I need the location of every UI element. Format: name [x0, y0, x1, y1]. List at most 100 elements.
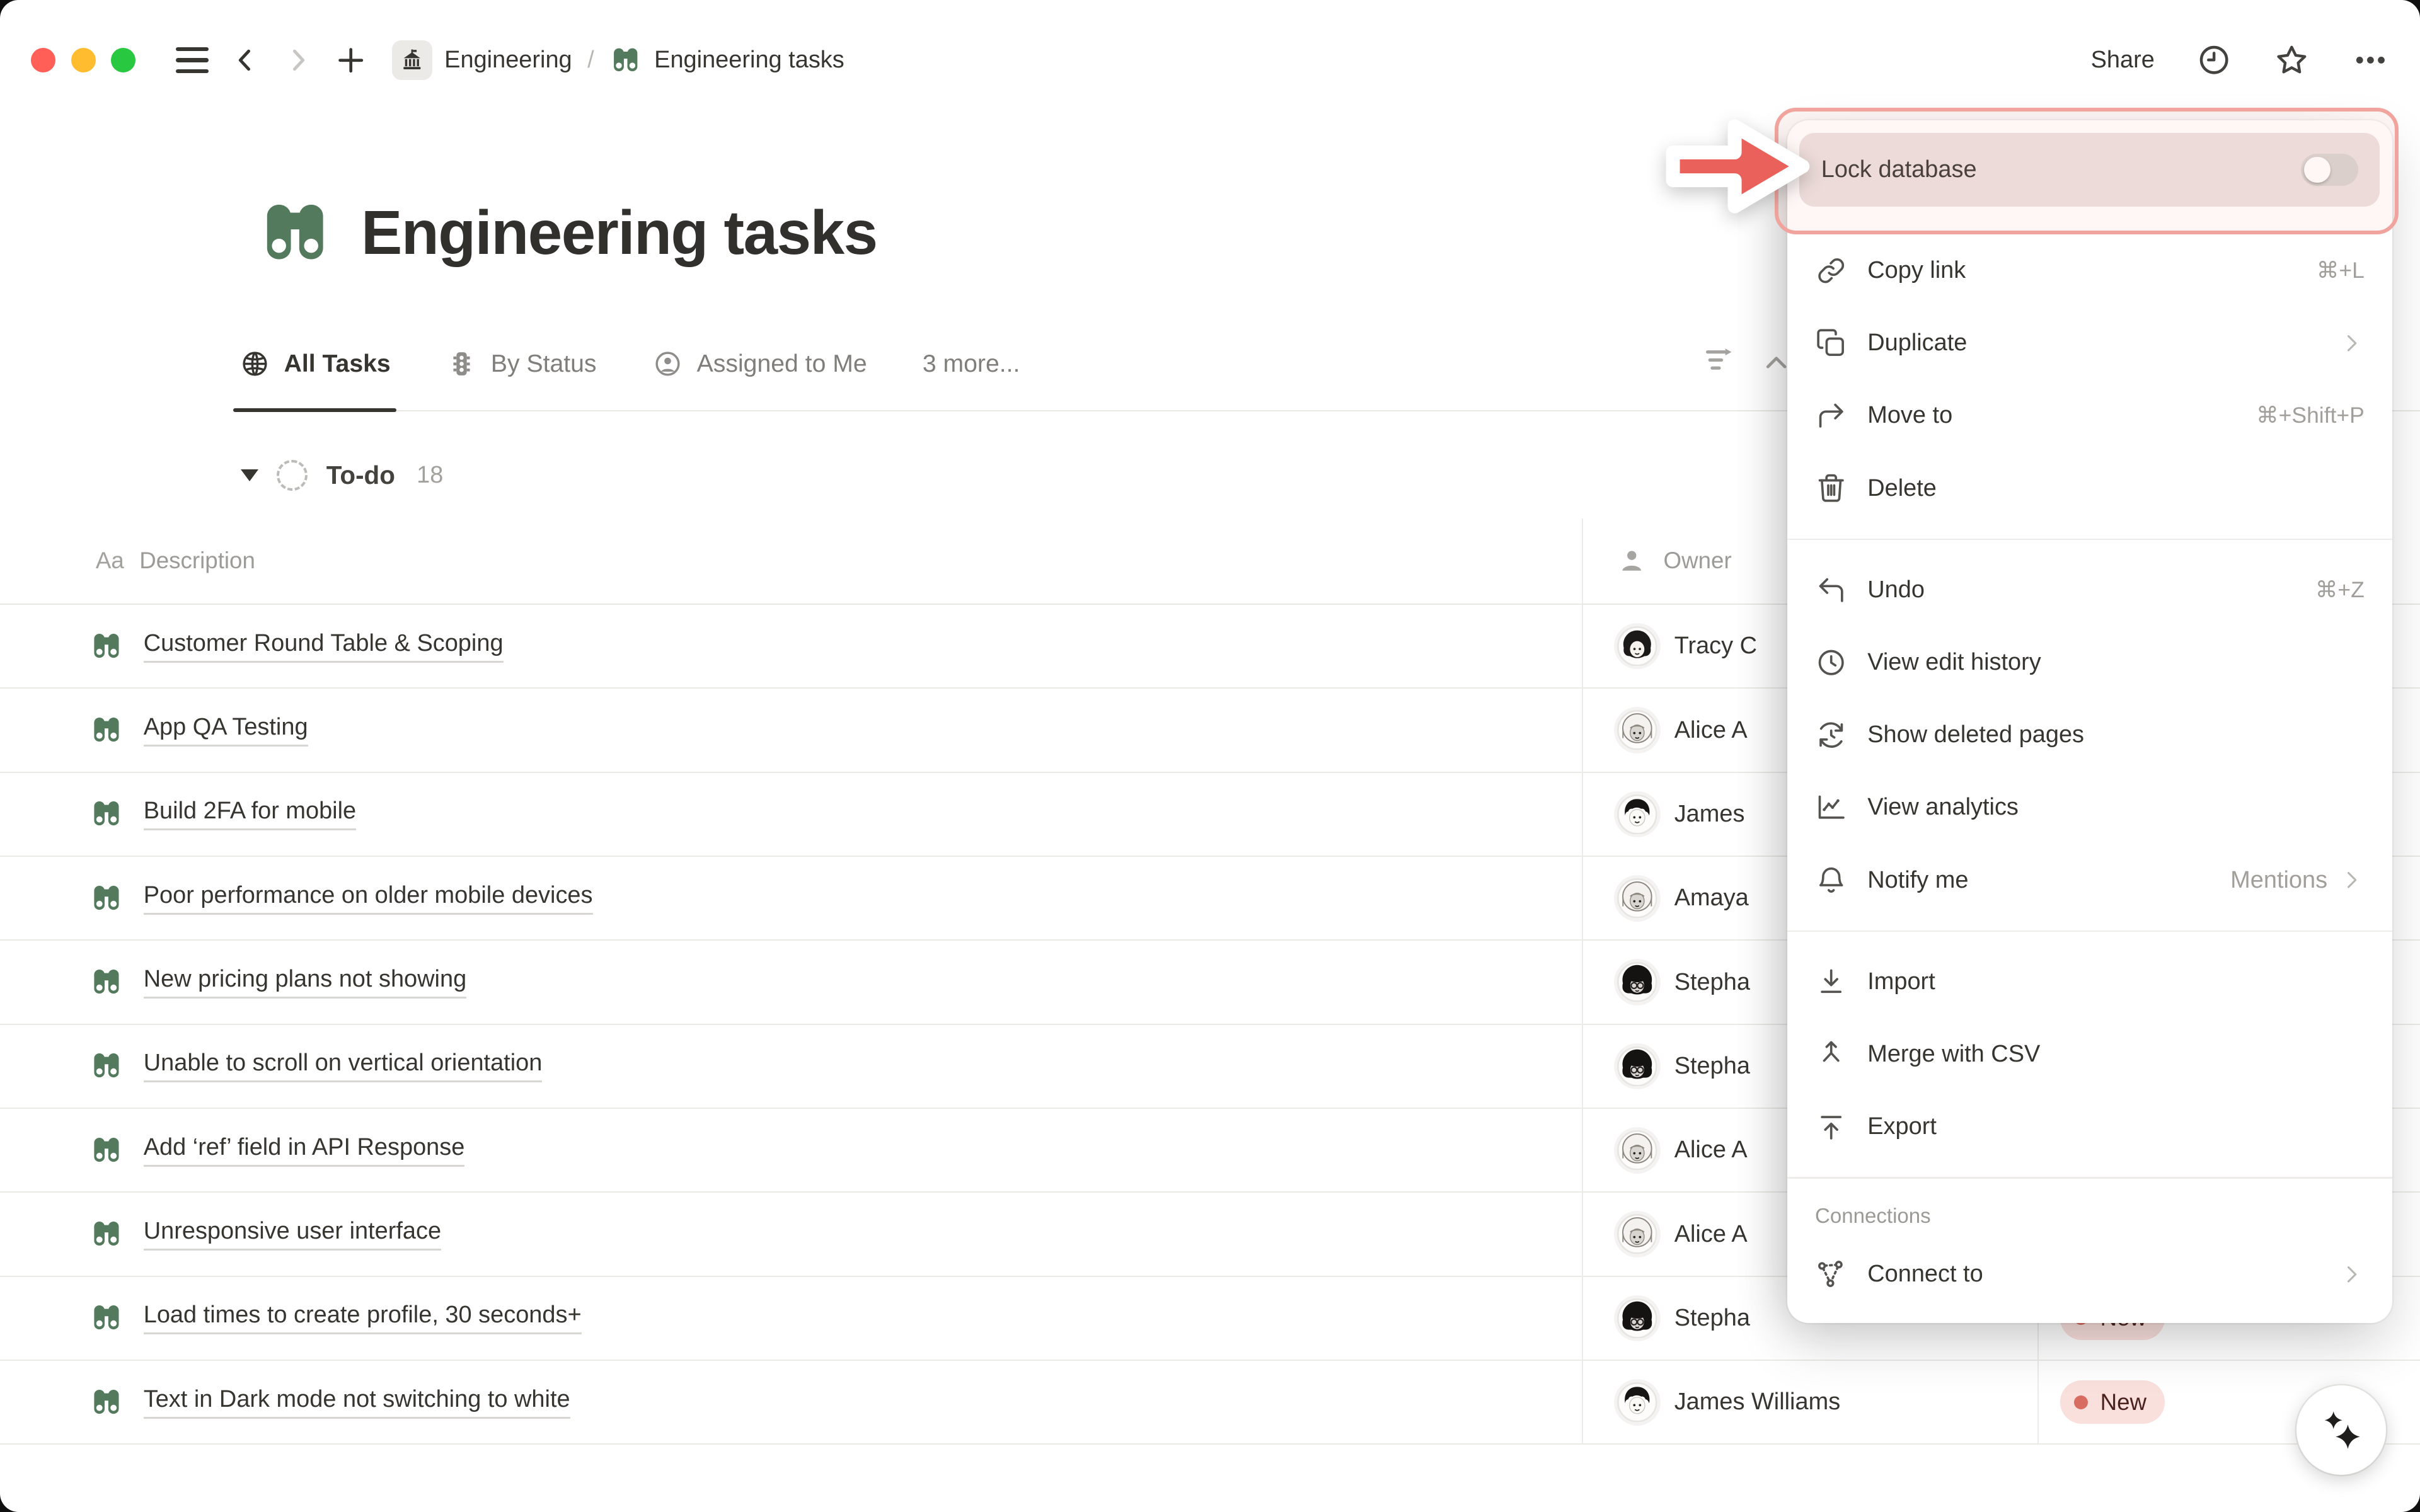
forward-button[interactable]: [282, 45, 313, 76]
avatar: [1617, 626, 1657, 667]
avatar: [1617, 1214, 1657, 1254]
screenshot-stage: Engineering / Engineering tasks Share: [0, 0, 2420, 1512]
menu-item-label: View analytics: [1867, 794, 2019, 821]
chevron-right-icon: [2338, 1261, 2365, 1288]
task-link[interactable]: Text in Dark mode not switching to white: [144, 1386, 570, 1419]
menu-item-connect-to[interactable]: Connect to: [1799, 1238, 2380, 1310]
task-link[interactable]: Add ‘ref’ field in API Response: [144, 1134, 465, 1167]
updates-clock-icon[interactable]: [2196, 42, 2232, 77]
menu-divider: [1787, 931, 2392, 932]
undo-icon: [1815, 574, 1847, 606]
description-cell: Unresponsive user interface: [0, 1217, 1582, 1251]
group-name[interactable]: To-do: [326, 461, 395, 490]
task-link[interactable]: New pricing plans not showing: [144, 966, 466, 999]
menu-item-copy-link[interactable]: Copy link ⌘+L: [1799, 234, 2380, 307]
menu-item-move-to[interactable]: Move to ⌘+Shift+P: [1799, 379, 2380, 452]
minimize-window-button[interactable]: [71, 48, 96, 72]
task-link[interactable]: Build 2FA for mobile: [144, 798, 356, 830]
share-button[interactable]: Share: [2091, 47, 2155, 74]
owner-name: Stepha: [1674, 1053, 1750, 1080]
owner-name: Alice A: [1674, 1137, 1748, 1164]
chevron-right-icon: [2338, 330, 2365, 357]
binoculars-icon: [609, 44, 642, 76]
topbar: Engineering / Engineering tasks Share: [0, 0, 2420, 120]
page-title[interactable]: Engineering tasks: [361, 197, 877, 268]
binoculars-icon: [89, 713, 124, 747]
column-label: Owner: [1664, 547, 1732, 574]
avatar: [1617, 878, 1657, 919]
column-header-description[interactable]: Aa Description: [0, 547, 1582, 574]
owner-name: Stepha: [1674, 1305, 1750, 1332]
merge-icon: [1815, 1038, 1847, 1070]
menu-item-view-analytics[interactable]: View analytics: [1799, 771, 2380, 844]
avatar: [1617, 710, 1657, 750]
owner-name: James Williams: [1674, 1389, 1840, 1416]
menu-item-label: Export: [1867, 1113, 1937, 1140]
description-cell: Load times to create profile, 30 seconds…: [0, 1301, 1582, 1335]
page-header: Engineering tasks: [256, 195, 877, 272]
avatar: [1617, 1046, 1657, 1087]
owner-name: Alice A: [1674, 717, 1748, 744]
lock-database-toggle[interactable]: [2301, 154, 2358, 186]
status-label: New: [2100, 1389, 2146, 1416]
zoom-window-button[interactable]: [111, 48, 135, 72]
favorite-star-icon[interactable]: [2273, 42, 2310, 79]
collapse-triangle-icon[interactable]: [241, 469, 258, 481]
breadcrumb-label: Engineering: [444, 47, 572, 74]
description-cell: Build 2FA for mobile: [0, 797, 1582, 831]
breadcrumb-item-engineering[interactable]: Engineering: [392, 40, 572, 81]
avatar: [1617, 1382, 1657, 1423]
tab-3-more[interactable]: 3 more...: [923, 318, 1020, 410]
avatar: [1617, 794, 1657, 835]
new-page-icon[interactable]: [335, 44, 367, 76]
page-binoculars-icon[interactable]: [256, 195, 333, 272]
task-link[interactable]: Customer Round Table & Scoping: [144, 630, 504, 663]
tab-assigned-to-me[interactable]: Assigned to Me: [652, 318, 867, 410]
building-icon: [392, 40, 432, 81]
breadcrumb-separator: /: [587, 47, 594, 74]
status-dot-icon: [2074, 1395, 2088, 1409]
table-row: Text in Dark mode not switching to white…: [0, 1361, 2420, 1445]
filter-sort-icon[interactable]: [1702, 343, 1739, 386]
menu-item-import[interactable]: Import: [1799, 946, 2380, 1018]
menu-item-merge-with-csv[interactable]: Merge with CSV: [1799, 1018, 2380, 1091]
tab-all-tasks[interactable]: All Tasks: [239, 318, 391, 410]
tab-by-status[interactable]: By Status: [446, 318, 597, 410]
menu-item-show-deleted-pages[interactable]: Show deleted pages: [1799, 699, 2380, 771]
back-button[interactable]: [230, 45, 261, 76]
sidebar-menu-icon[interactable]: [176, 47, 208, 73]
breadcrumb-item-engineering-tasks[interactable]: Engineering tasks: [609, 44, 844, 76]
group-count: 18: [417, 462, 443, 489]
menu-item-view-edit-history[interactable]: View edit history: [1799, 626, 2380, 699]
text-property-icon: Aa: [96, 547, 124, 574]
notion-ai-sparkles-button[interactable]: [2296, 1385, 2386, 1475]
owner-name: James: [1674, 801, 1745, 828]
task-link[interactable]: App QA Testing: [144, 714, 308, 747]
owner-name: Stepha: [1674, 969, 1750, 996]
close-window-button[interactable]: [31, 48, 55, 72]
menu-item-undo[interactable]: Undo ⌘+Z: [1799, 554, 2380, 626]
topbar-actions: Share: [2091, 42, 2389, 79]
task-link[interactable]: Unresponsive user interface: [144, 1218, 441, 1251]
menu-item-notify-me[interactable]: Notify me Mentions: [1799, 844, 2380, 916]
tab-label: Assigned to Me: [697, 350, 867, 378]
tab-label: 3 more...: [923, 350, 1020, 378]
task-link[interactable]: Poor performance on older mobile devices: [144, 882, 593, 915]
owner-cell[interactable]: James Williams: [1582, 1361, 2037, 1443]
move-to-icon: [1815, 399, 1847, 432]
task-link[interactable]: Unable to scroll on vertical orientation: [144, 1050, 543, 1082]
menu-item-label: Notify me: [1867, 867, 1968, 894]
menu-item-delete[interactable]: Delete: [1799, 452, 2380, 525]
binoculars-icon: [89, 1385, 124, 1419]
menu-item-lock-database[interactable]: Lock database: [1799, 133, 2380, 207]
task-link[interactable]: Load times to create profile, 30 seconds…: [144, 1302, 582, 1334]
status-badge[interactable]: New: [2060, 1380, 2165, 1424]
connect-icon: [1815, 1258, 1847, 1290]
menu-item-duplicate[interactable]: Duplicate: [1799, 307, 2380, 379]
binoculars-icon: [89, 797, 124, 831]
description-cell: App QA Testing: [0, 713, 1582, 747]
description-cell: New pricing plans not showing: [0, 965, 1582, 999]
menu-item-export[interactable]: Export: [1799, 1091, 2380, 1163]
more-options-icon[interactable]: [2352, 42, 2389, 79]
menu-item-label: Undo: [1867, 576, 1925, 604]
